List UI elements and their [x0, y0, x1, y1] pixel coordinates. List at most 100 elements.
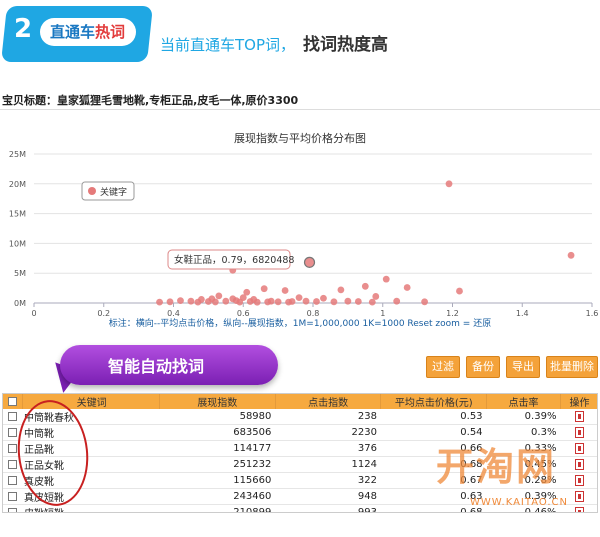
data-point	[285, 298, 292, 306]
filter-button[interactable]: 过滤	[426, 356, 460, 378]
chart-svg: 展现指数与平均价格分布图 0 0.2 0.4 0.6 0.8 1 1.2 1.4 1.6 0M 5…	[0, 112, 600, 340]
delete-icon[interactable]	[574, 410, 584, 422]
data-point	[166, 298, 174, 306]
data-point	[208, 295, 216, 303]
row-action-cell[interactable]	[560, 440, 597, 458]
data-point	[403, 284, 411, 291]
row-checkbox[interactable]	[8, 427, 17, 437]
batch-delete-button[interactable]: 批量删除	[546, 356, 598, 378]
row-checkbox[interactable]	[8, 475, 17, 485]
row-checkbox[interactable]	[8, 491, 17, 501]
row-action-cell[interactable]	[560, 456, 597, 474]
data-point	[567, 251, 575, 259]
data-point	[239, 294, 247, 302]
step-number: 2	[14, 14, 33, 44]
col-actions: 操作	[560, 394, 597, 409]
data-point	[456, 287, 463, 295]
data-point	[215, 292, 223, 300]
y-tick-label: 25M	[9, 150, 26, 159]
col-impressions[interactable]: 展现指数	[159, 394, 276, 409]
cell-clicks: 948	[275, 488, 381, 506]
data-point	[250, 296, 258, 303]
watermark-url: WWW.KAITAO.CN	[470, 497, 568, 508]
col-avg-price[interactable]: 平均点击价格(元)	[380, 394, 488, 409]
row-select-cell[interactable]	[3, 504, 22, 512]
cell-clicks: 993	[275, 504, 381, 512]
scatter-chart[interactable]: 展现指数与平均价格分布图 0 0.2 0.4 0.6 0.8 1 1.2 1.4 1.6 0M 5…	[0, 112, 600, 340]
banner-subtitle-strong: 找词热度高	[303, 35, 389, 55]
cell-impressions: 210899	[159, 504, 276, 512]
x-tick-label: 0.2	[97, 309, 110, 318]
delete-icon[interactable]	[574, 491, 584, 503]
row-checkbox[interactable]	[8, 507, 17, 512]
cell-impressions: 243460	[159, 488, 276, 506]
header-banner: 2 直通车热词 当前直通车TOP词， 找词热度高	[0, 0, 600, 80]
y-tick-label: 5M	[14, 269, 26, 278]
delete-icon[interactable]	[574, 443, 584, 455]
cell-avg-price: 0.53	[380, 409, 487, 426]
y-tick-label: 0M	[14, 299, 26, 308]
row-checkbox[interactable]	[8, 459, 17, 469]
data-point	[264, 298, 272, 306]
data-point	[187, 297, 195, 305]
data-point	[274, 298, 282, 306]
cell-clicks: 1124	[275, 456, 381, 474]
chart-title: 展现指数与平均价格分布图	[234, 131, 366, 145]
row-checkbox[interactable]	[8, 443, 17, 453]
cell-impressions: 114177	[159, 440, 276, 458]
col-clicks[interactable]: 点击指数	[275, 394, 382, 409]
delete-icon[interactable]	[574, 427, 584, 439]
data-point	[156, 298, 163, 306]
delete-icon[interactable]	[574, 459, 584, 471]
row-action-cell[interactable]	[560, 472, 597, 490]
delete-icon[interactable]	[574, 475, 584, 487]
x-tick-label: 0.8	[307, 309, 320, 318]
chart-caption: 标注：横向--平均点击价格，纵向--展现指数，1M=1,000,000 1K=1…	[109, 317, 491, 329]
data-point	[382, 275, 390, 283]
x-tick-label: 1	[380, 309, 385, 318]
data-point	[421, 298, 428, 306]
data-point	[330, 298, 338, 306]
select-all-header[interactable]	[3, 394, 23, 409]
data-point	[344, 297, 352, 305]
legend-marker	[88, 187, 96, 195]
cell-clicks: 376	[275, 440, 381, 458]
data-point	[337, 286, 345, 294]
x-tick-label: 0.6	[237, 309, 250, 318]
backup-button[interactable]: 备份	[466, 356, 500, 378]
y-tick-label: 20M	[9, 180, 26, 189]
y-tick-label: 10M	[9, 239, 26, 248]
data-point	[361, 282, 369, 290]
select-all-checkbox[interactable]	[7, 396, 17, 406]
table-header-row: 关键词 展现指数 点击指数 平均点击价格(元) 点击率 操作	[3, 394, 597, 409]
row-action-cell[interactable]	[560, 424, 597, 442]
export-button[interactable]: 导出	[506, 356, 540, 378]
badge-title-a: 直通车	[50, 23, 96, 41]
chart-background	[0, 112, 600, 340]
cell-clicks: 322	[275, 472, 381, 490]
data-point	[303, 256, 316, 268]
data-point	[260, 285, 268, 293]
data-point	[313, 298, 320, 305]
callout-text: 智能自动找词	[108, 357, 205, 376]
data-point	[302, 297, 310, 305]
x-tick-label: 1.4	[516, 309, 529, 318]
row-action-cell[interactable]	[560, 409, 597, 426]
delete-icon[interactable]	[574, 507, 584, 512]
row-select-cell[interactable]	[3, 409, 22, 426]
row-checkbox[interactable]	[8, 411, 17, 421]
data-point	[229, 295, 237, 303]
table-row[interactable]: 中筒靴春秋 58980 238 0.53 0.39%	[3, 409, 597, 426]
x-tick-label: 0.4	[167, 309, 180, 318]
data-point	[222, 297, 230, 305]
data-point	[393, 297, 401, 305]
chart-legend: 关键字	[81, 181, 135, 201]
banner-subtitle-text: 当前直通车TOP词，	[160, 36, 296, 54]
data-point	[320, 294, 327, 302]
row-select-cell[interactable]	[3, 488, 22, 506]
data-point	[354, 298, 362, 305]
row-select-cell[interactable]	[3, 472, 22, 490]
cell-clicks: 238	[275, 409, 381, 426]
watermark-logo: 开淘网	[436, 445, 557, 489]
col-ctr[interactable]: 点击率	[486, 394, 561, 409]
